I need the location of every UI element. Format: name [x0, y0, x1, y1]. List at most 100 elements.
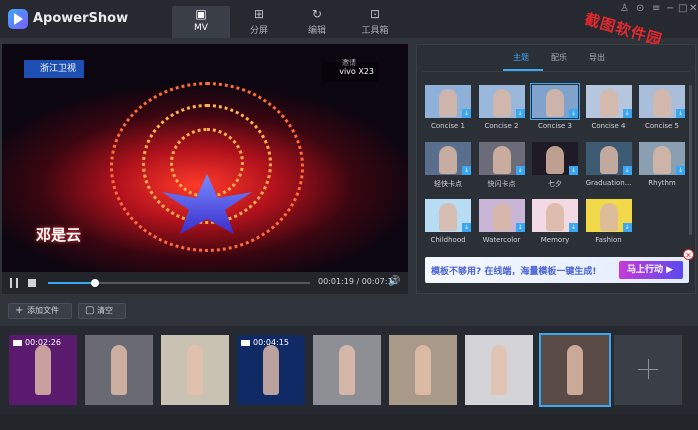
current-time: 00:01:19 — [318, 277, 354, 286]
bottom-strip — [0, 414, 698, 430]
user-icon[interactable]: ♙ — [620, 3, 629, 14]
theme-thumbnail: ↓ — [585, 199, 632, 232]
download-icon: ↓ — [569, 166, 578, 175]
theme-thumbnail: ↓ — [425, 85, 471, 118]
theme-card[interactable]: ↓ Concise 3 — [530, 83, 580, 131]
stop-icon[interactable] — [28, 279, 36, 287]
channel-logo: 浙江卫视 — [24, 60, 84, 78]
pause-icon[interactable] — [10, 278, 18, 288]
theme-card[interactable]: ↓ 轻快卡点 — [425, 142, 471, 188]
timeline-clip[interactable]: 00:02:26 — [9, 335, 77, 405]
clip-preview-figure — [187, 345, 203, 395]
add-file-label: 添加文件 — [27, 306, 59, 315]
theme-label: Fashion — [595, 236, 622, 244]
theme-thumbnail: ↓ — [585, 142, 632, 175]
menu-icon[interactable]: ≡ — [652, 3, 660, 14]
clear-label: 清空 — [97, 306, 113, 315]
video-preview[interactable]: 浙江卫视 邀请 vivo X23 邓是云 — [2, 44, 408, 272]
theme-label: 七夕 — [548, 180, 562, 188]
theme-card[interactable]: ↓ 快闪卡点 — [478, 142, 525, 188]
close-icon[interactable]: ✕ — [689, 3, 697, 14]
theme-card[interactable]: ↓ Rhythm — [639, 142, 685, 188]
theme-card[interactable]: ↓ 七夕 — [532, 142, 578, 188]
clip-duration: 00:02:26 — [25, 338, 61, 347]
theme-label: Concise 3 — [537, 122, 573, 130]
app-logo-icon — [8, 9, 28, 29]
download-icon: ↓ — [676, 166, 685, 175]
tab-music[interactable]: 配乐 — [551, 52, 567, 63]
timeline-clip[interactable] — [85, 335, 153, 405]
lock-icon[interactable]: ⊙ — [636, 3, 644, 14]
edit-refresh-icon: ↻ — [311, 7, 323, 21]
theme-card[interactable]: ↓ Memory — [532, 199, 578, 245]
timeline-clip[interactable] — [161, 335, 229, 405]
trash-icon: ▢ — [85, 305, 95, 316]
promo-close-icon[interactable]: ✕ — [683, 249, 694, 260]
theme-card[interactable]: ↓ Concise 1 — [425, 85, 471, 131]
download-icon: ↓ — [622, 109, 632, 118]
clear-button[interactable]: ▢ 清空 — [78, 303, 126, 319]
theme-card[interactable]: ↓ Fashion — [585, 199, 632, 245]
minimize-icon[interactable]: − — [666, 3, 674, 14]
clip-preview-figure — [263, 345, 279, 395]
theme-thumbnail: ↓ — [532, 142, 578, 175]
theme-thumbnail: ↓ — [585, 85, 632, 118]
theme-label: Graduation... — [585, 179, 632, 187]
volume-icon[interactable]: 🔊 — [388, 276, 400, 287]
theme-card[interactable]: ↓ Concise 4 — [585, 85, 632, 131]
plus-icon: + — [15, 305, 24, 316]
theme-thumbnail: ↓ — [425, 199, 471, 232]
sponsor-logo: vivo X23 — [322, 62, 378, 82]
tab-edit[interactable]: ↻ 编辑 — [288, 6, 346, 38]
timeline-clip[interactable] — [465, 335, 533, 405]
theme-card[interactable]: ↓ Childhood — [425, 199, 471, 245]
progress-knob[interactable] — [91, 279, 100, 287]
time-readout: 00:01:19 / 00:07:11 — [318, 277, 398, 286]
stage-light-ring — [110, 82, 304, 252]
clip-duration: 00:04:15 — [253, 338, 289, 347]
theme-label: 快闪卡点 — [487, 180, 516, 188]
download-icon: ↓ — [462, 223, 471, 232]
promo-action-button[interactable]: 马上行动 ▶ — [619, 261, 683, 279]
maximize-icon[interactable]: □ — [678, 3, 687, 14]
split-screen-icon: ⊞ — [253, 7, 265, 21]
download-icon: ↓ — [622, 223, 632, 232]
theme-card[interactable]: ↓ Graduation... — [585, 142, 632, 188]
theme-thumbnail: ↓ — [639, 85, 685, 118]
timeline-clip[interactable] — [389, 335, 457, 405]
timeline-clip[interactable]: 00:04:15 — [237, 335, 305, 405]
download-icon: ↓ — [515, 109, 525, 118]
theme-label: Watercolor — [482, 236, 521, 244]
progress-fill — [48, 282, 96, 284]
tab-toolbox-label: 工具箱 — [361, 26, 389, 36]
toolbox-icon: ⊡ — [369, 7, 381, 21]
tab-split-screen[interactable]: ⊞ 分屏 — [230, 6, 288, 38]
tab-toolbox[interactable]: ⊡ 工具箱 — [346, 6, 404, 38]
video-caption: 邓是云 — [36, 226, 82, 244]
theme-card[interactable]: ↓ Watercolor — [478, 199, 525, 245]
tab-export[interactable]: 导出 — [589, 52, 605, 63]
theme-label: Concise 2 — [484, 122, 519, 130]
theme-card[interactable]: ↓ Concise 5 — [639, 85, 685, 131]
scrollbar[interactable] — [689, 85, 692, 235]
progress-slider[interactable] — [48, 279, 310, 287]
timeline-clip[interactable] — [313, 335, 381, 405]
tab-theme[interactable]: 主题 — [513, 52, 529, 63]
download-icon: ↓ — [622, 166, 632, 175]
theme-thumbnail: ↓ — [639, 142, 685, 175]
theme-panel: 主题 配乐 导出 ↓ Concise 1 ↓ Concise 2 ↓ Concise 3 ↓… — [416, 44, 696, 294]
add-file-button[interactable]: + 添加文件 — [8, 303, 72, 319]
promo-banner[interactable]: 模板不够用? 在线端，海量模板一键生成! 马上行动 ▶ — [425, 257, 689, 283]
theme-label: Concise 5 — [644, 122, 680, 130]
tab-split-screen-label: 分屏 — [249, 26, 268, 36]
add-clip-button[interactable] — [614, 335, 682, 405]
tab-divider — [423, 71, 689, 72]
timeline-clip[interactable] — [539, 333, 611, 407]
download-icon: ↓ — [569, 223, 578, 232]
download-icon: ↓ — [569, 109, 578, 118]
promo-text: 模板不够用? 在线端，海量模板一键生成! — [431, 267, 597, 277]
theme-card[interactable]: ↓ Concise 2 — [478, 85, 525, 131]
tab-mv[interactable]: ▣ MV — [172, 6, 230, 38]
theme-label: Concise 4 — [591, 122, 626, 130]
theme-label: Memory — [540, 236, 570, 244]
